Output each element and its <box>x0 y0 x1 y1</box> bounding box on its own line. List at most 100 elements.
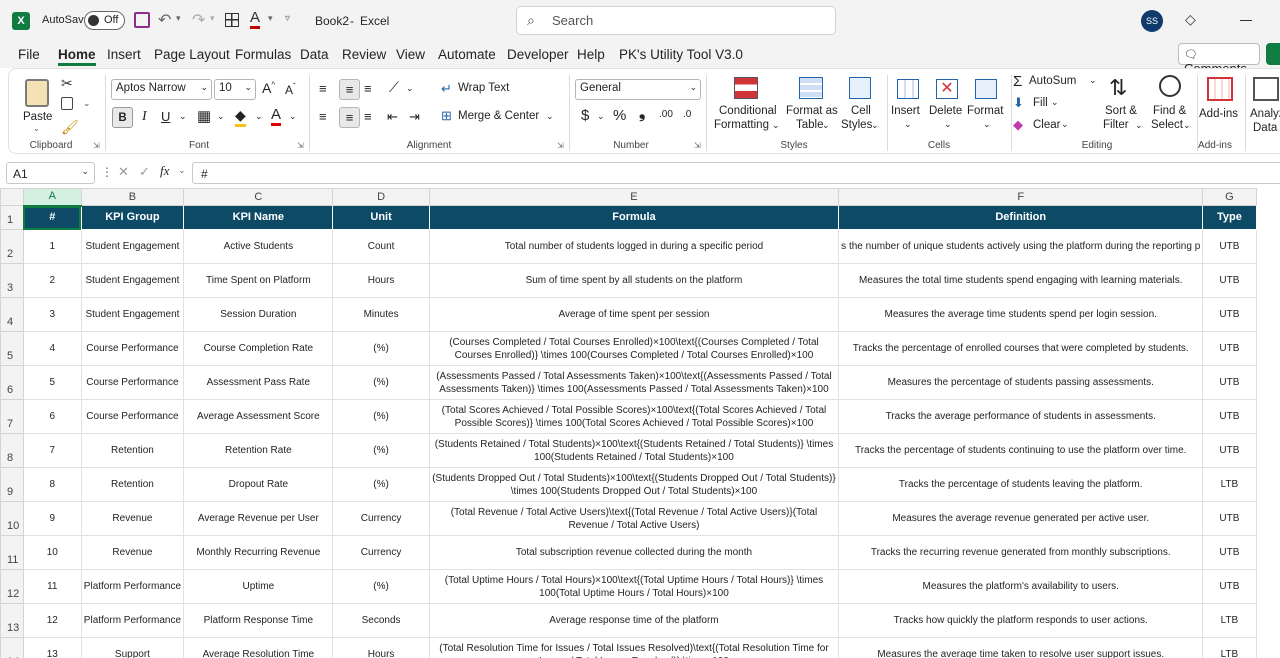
cancel-icon[interactable]: ✕ <box>118 164 129 180</box>
table-cell[interactable]: Currency <box>332 535 430 570</box>
autosave-toggle[interactable]: Off <box>84 11 125 30</box>
tab-formulas[interactable]: Formulas <box>235 47 291 62</box>
row-header[interactable]: 7 <box>0 399 24 434</box>
table-cell[interactable]: Retention Rate <box>183 433 334 468</box>
comma-style-icon[interactable]: ❟ <box>639 105 645 123</box>
enter-icon[interactable]: ✓ <box>139 164 150 180</box>
decrease-decimal-icon[interactable]: .0 <box>683 109 691 120</box>
table-cell[interactable]: 7 <box>22 433 82 468</box>
bold-button[interactable]: B <box>112 107 133 128</box>
table-cell[interactable]: LTB <box>1202 603 1257 638</box>
table-cell[interactable]: Time Spent on Platform <box>183 263 334 298</box>
table-cell[interactable]: 12 <box>22 603 82 638</box>
table-cell[interactable]: (%) <box>332 399 430 434</box>
table-cell[interactable]: Average Resolution Time <box>183 637 334 658</box>
diamond-icon[interactable]: ◇ <box>1185 11 1196 28</box>
redo-dropdown-icon[interactable]: ▾ <box>210 13 215 24</box>
font-name-select[interactable]: Aptos Narrow ⌄ <box>111 79 212 100</box>
font-launcher-icon[interactable]: ⇲ <box>297 141 304 150</box>
table-cell[interactable]: Count <box>332 229 430 264</box>
more-options-icon[interactable]: ⋮ <box>101 165 113 179</box>
column-header-b[interactable]: B <box>80 188 185 206</box>
chevron-down-icon[interactable]: ⌄ <box>178 165 186 176</box>
table-cell[interactable]: Measures the percentage of students pass… <box>838 365 1204 400</box>
table-cell[interactable]: Retention <box>80 467 185 502</box>
format-painter-icon[interactable]: 🖌 <box>61 119 79 136</box>
table-cell[interactable]: Monthly Recurring Revenue <box>183 535 334 570</box>
table-cell[interactable]: Average of time spent per session <box>428 297 840 332</box>
copy-icon[interactable] <box>61 97 73 110</box>
row-header[interactable]: 3 <box>0 263 24 298</box>
tab-home[interactable]: Home <box>58 47 96 66</box>
table-cell[interactable]: Tracks how quickly the platform responds… <box>838 603 1204 638</box>
borders-icon[interactable] <box>225 13 239 27</box>
table-cell[interactable]: Measures the average time students spend… <box>838 297 1204 332</box>
table-cell[interactable]: UTB <box>1202 433 1257 468</box>
currency-icon[interactable]: $ <box>581 107 589 124</box>
align-middle-icon[interactable]: ≡ <box>339 79 360 100</box>
tab-view[interactable]: View <box>396 47 425 62</box>
font-color-icon[interactable]: A <box>250 9 261 29</box>
row-header[interactable]: 12 <box>0 569 24 604</box>
table-cell[interactable]: Currency <box>332 501 430 536</box>
table-cell[interactable]: Tracks the average performance of studen… <box>838 399 1204 434</box>
conditional-formatting-button[interactable]: Conditional Formatting ⌄ <box>712 73 780 135</box>
tab-pk-s-utility-tool-v3-0[interactable]: PK's Utility Tool V3.0 <box>619 47 743 62</box>
table-cell[interactable]: (%) <box>332 467 430 502</box>
underline-dropdown-icon[interactable]: ⌄ <box>179 111 187 122</box>
table-cell[interactable]: UTB <box>1202 569 1257 604</box>
decrease-indent-icon[interactable]: ⇤ <box>387 109 398 125</box>
row-header[interactable]: 9 <box>0 467 24 502</box>
column-header-a[interactable]: A <box>22 188 82 207</box>
header-cell[interactable]: Type <box>1202 205 1257 230</box>
tab-automate[interactable]: Automate <box>438 47 496 62</box>
table-cell[interactable]: 5 <box>22 365 82 400</box>
paste-button[interactable]: Paste ⌄ <box>19 75 55 133</box>
tab-page-layout[interactable]: Page Layout <box>154 47 230 62</box>
table-cell[interactable]: Tracks the percentage of enrolled course… <box>838 331 1204 366</box>
table-cell[interactable]: Average Assessment Score <box>183 399 334 434</box>
column-header-d[interactable]: D <box>332 188 430 206</box>
table-cell[interactable]: Hours <box>332 637 430 658</box>
orientation-icon[interactable]: ⟋ <box>389 79 399 96</box>
table-cell[interactable]: Course Performance <box>80 399 185 434</box>
customize-toolbar-icon[interactable]: ▿ <box>285 13 290 24</box>
table-cell[interactable]: UTB <box>1202 331 1257 366</box>
table-cell[interactable]: Average response time of the platform <box>428 603 840 638</box>
table-cell[interactable]: Support <box>80 637 185 658</box>
column-header-c[interactable]: C <box>183 188 334 206</box>
format-as-table-button[interactable]: Format as Table ⌄ <box>782 73 840 135</box>
add-ins-button[interactable]: Add-ins <box>1199 73 1243 135</box>
analyze-data-button[interactable]: Analyze Data <box>1247 73 1280 135</box>
tab-help[interactable]: Help <box>577 47 605 62</box>
fill-button[interactable]: ⬇ Fill ⌄ <box>1013 95 1073 115</box>
table-cell[interactable]: (Assessments Passed / Total Assessments … <box>428 365 840 400</box>
table-cell[interactable]: Measures the average revenue generated p… <box>838 501 1204 536</box>
share-button[interactable] <box>1266 43 1280 65</box>
table-cell[interactable]: UTB <box>1202 229 1257 264</box>
font-color-button-icon[interactable]: A <box>271 106 282 126</box>
table-cell[interactable]: (Total Scores Achieved / Total Possible … <box>428 399 840 434</box>
table-cell[interactable]: Tracks the recurring revenue generated f… <box>838 535 1204 570</box>
table-cell[interactable]: UTB <box>1202 263 1257 298</box>
table-cell[interactable]: 4 <box>22 331 82 366</box>
cell-styles-button[interactable]: Cell Styles ⌄ <box>839 73 883 135</box>
table-cell[interactable]: (%) <box>332 331 430 366</box>
row-header[interactable]: 13 <box>0 603 24 638</box>
borders-dropdown-icon[interactable]: ⌄ <box>217 111 225 122</box>
table-cell[interactable]: Average Revenue per User <box>183 501 334 536</box>
table-cell[interactable]: UTB <box>1202 365 1257 400</box>
autosum-button[interactable]: Σ AutoSum ⌄ <box>1013 73 1101 93</box>
table-cell[interactable]: Session Duration <box>183 297 334 332</box>
borders-button-icon[interactable]: ▦ <box>197 107 211 125</box>
undo-dropdown-icon[interactable]: ▾ <box>176 13 181 24</box>
table-cell[interactable]: Measures the platform's availability to … <box>838 569 1204 604</box>
table-cell[interactable]: 13 <box>22 637 82 658</box>
table-cell[interactable]: Student Engagement <box>80 297 185 332</box>
copy-dropdown-icon[interactable]: ⌄ <box>83 98 91 109</box>
table-cell[interactable]: s the number of unique students actively… <box>838 229 1204 264</box>
tab-review[interactable]: Review <box>342 47 386 62</box>
save-icon[interactable] <box>134 12 150 28</box>
minimize-icon[interactable] <box>1240 20 1252 21</box>
header-cell[interactable]: Unit <box>332 205 430 230</box>
